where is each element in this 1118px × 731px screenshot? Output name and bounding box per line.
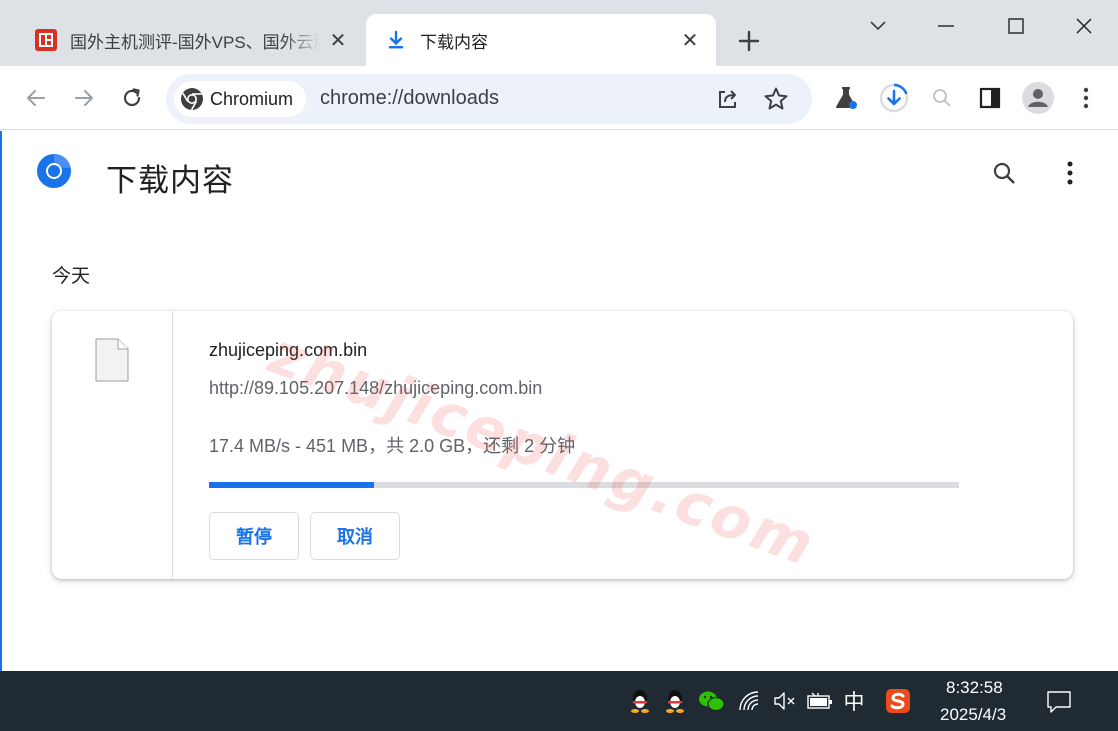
tab-downloads[interactable]: 下载内容 ✕ xyxy=(366,14,716,66)
page-title: 下载内容 xyxy=(106,163,234,198)
date-header: 今天 xyxy=(52,266,91,287)
more-actions-button[interactable] xyxy=(1052,155,1088,191)
clock-time[interactable]: 8:32:58 xyxy=(946,678,1003,698)
back-icon xyxy=(27,90,45,106)
file-url[interactable]: http://89.105.207.148/zhujiceping.com.bi… xyxy=(209,378,542,399)
maximize-icon xyxy=(1008,18,1024,34)
sogou-icon[interactable] xyxy=(884,687,912,715)
tab-title: 国外主机测评-国外VPS、国外云服务器 xyxy=(70,32,320,52)
maximize-button[interactable] xyxy=(996,6,1036,46)
tab-title: 下载内容 xyxy=(420,32,488,52)
wechat-icon[interactable] xyxy=(698,687,726,715)
search-downloads-button[interactable] xyxy=(986,155,1022,191)
side-panel-button[interactable] xyxy=(972,80,1008,116)
labs-icon xyxy=(836,87,857,109)
notification-icon xyxy=(1047,691,1071,713)
download-status: 17.4 MB/s - 451 MB，共 2.0 GB，还剩 2 分钟 xyxy=(209,436,576,456)
new-tab-button[interactable] xyxy=(732,24,766,58)
search-icon xyxy=(993,162,1015,184)
chip-label: Chromium xyxy=(210,88,294,109)
url-text[interactable]: chrome://downloads xyxy=(320,87,499,110)
minimize-icon xyxy=(938,25,954,27)
progress-bar xyxy=(209,482,959,488)
ime-indicator[interactable]: 中 xyxy=(840,687,868,715)
labs-button[interactable] xyxy=(828,80,864,116)
downloads-page: 下载内容 今天 zhujiceping.com.bin http://89.10… xyxy=(0,131,1118,671)
page-header: 下载内容 xyxy=(2,131,1118,217)
qq-icon[interactable] xyxy=(626,687,654,715)
file-name[interactable]: zhujiceping.com.bin xyxy=(209,340,367,361)
progress-fill xyxy=(209,482,374,488)
qq-icon[interactable] xyxy=(661,687,689,715)
site-favicon-icon xyxy=(34,28,58,52)
menu-button[interactable] xyxy=(1068,80,1104,116)
chromium-icon xyxy=(181,88,203,111)
side-panel-icon xyxy=(979,87,1001,109)
clock-date[interactable]: 2025/4/3 xyxy=(940,705,1006,725)
download-icon xyxy=(384,28,408,52)
back-button[interactable] xyxy=(18,80,54,116)
close-tab-icon[interactable]: ✕ xyxy=(678,28,702,52)
tab-search-button[interactable] xyxy=(858,6,898,46)
share-icon xyxy=(719,90,736,108)
notification-button[interactable] xyxy=(1044,687,1074,717)
reload-icon xyxy=(123,88,141,107)
zoom-icon xyxy=(933,89,951,107)
close-window-button[interactable] xyxy=(1064,6,1104,46)
plus-icon xyxy=(738,30,760,52)
site-chip[interactable]: Chromium xyxy=(174,81,306,117)
wifi-icon[interactable] xyxy=(736,687,764,715)
volume-muted-icon[interactable] xyxy=(770,687,798,715)
downloads-button[interactable] xyxy=(876,80,912,116)
star-icon xyxy=(764,87,788,110)
minimize-button[interactable] xyxy=(926,6,966,46)
file-icon-column xyxy=(52,311,173,579)
more-icon xyxy=(1067,161,1073,185)
toolbar: Chromium chrome://downloads xyxy=(0,66,1118,130)
cancel-button[interactable]: 取消 xyxy=(310,512,400,560)
bookmark-button[interactable] xyxy=(758,81,794,117)
download-item: zhujiceping.com.bin http://89.105.207.14… xyxy=(52,311,1073,579)
reload-button[interactable] xyxy=(114,80,150,116)
download-progress-icon xyxy=(879,83,909,113)
close-tab-icon[interactable]: ✕ xyxy=(326,28,350,52)
omnibox[interactable]: Chromium chrome://downloads xyxy=(166,74,812,124)
menu-icon xyxy=(1083,87,1089,109)
share-button[interactable] xyxy=(710,81,746,117)
ime-label: 中 xyxy=(843,691,865,714)
profile-button[interactable] xyxy=(1020,80,1056,116)
profile-icon xyxy=(1022,82,1054,114)
file-icon xyxy=(95,338,129,382)
taskbar: 中 8:32:58 2025/4/3 xyxy=(0,671,1118,731)
forward-button[interactable] xyxy=(66,80,102,116)
chevron-down-icon xyxy=(870,21,886,31)
pause-button[interactable]: 暂停 xyxy=(209,512,299,560)
zoom-button[interactable] xyxy=(924,80,960,116)
forward-icon xyxy=(75,90,93,106)
battery-icon[interactable] xyxy=(806,687,834,715)
chromium-logo-icon xyxy=(37,154,71,188)
tab-zhujiceping[interactable]: 国外主机测评-国外VPS、国外云服务器 ✕ xyxy=(24,14,360,66)
tab-strip: 国外主机测评-国外VPS、国外云服务器 ✕ 下载内容 ✕ xyxy=(0,0,1118,66)
close-icon xyxy=(1076,18,1092,34)
